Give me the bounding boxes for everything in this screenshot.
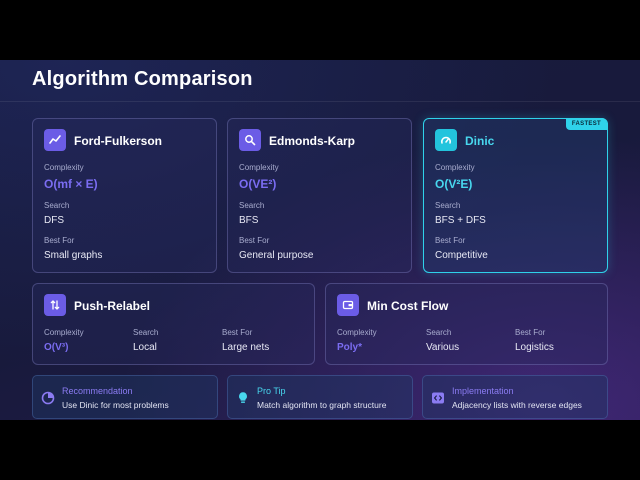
best-for-value: Competitive	[435, 250, 488, 261]
tip-title: Implementation	[452, 386, 514, 396]
best-for-label: Best For	[239, 236, 270, 245]
tip-title: Recommendation	[62, 386, 133, 396]
comparison-slide: Algorithm Comparison Ford-Fulkerson Comp…	[0, 60, 640, 420]
complexity-label: Complexity	[239, 163, 279, 172]
search-label: Search	[239, 201, 265, 210]
search-label: Search	[133, 328, 159, 337]
best-for-label: Best For	[435, 236, 466, 245]
speedometer-icon	[435, 129, 457, 151]
complexity-label: Complexity	[44, 328, 84, 337]
best-for-label: Best For	[222, 328, 253, 337]
card-title: Dinic	[465, 134, 495, 148]
wallet-icon	[337, 294, 359, 316]
tip-title: Pro Tip	[257, 386, 286, 396]
pie-chart-icon	[41, 391, 55, 405]
best-for-value: Small graphs	[44, 250, 103, 261]
tip-implementation: Implementation Adjacency lists with reve…	[422, 375, 608, 419]
complexity-value: O(VE²)	[239, 177, 277, 191]
best-for-value: General purpose	[239, 250, 314, 261]
card-title: Push-Relabel	[74, 299, 151, 313]
search-value: DFS	[44, 215, 64, 226]
best-for-label: Best For	[44, 236, 75, 245]
best-for-value: Large nets	[222, 342, 270, 353]
card-title: Ford-Fulkerson	[74, 134, 163, 148]
search-icon	[239, 129, 261, 151]
tip-text: Match algorithm to graph structure	[257, 400, 387, 410]
search-value: BFS	[239, 215, 259, 226]
tip-text: Adjacency lists with reverse edges	[452, 400, 582, 410]
search-label: Search	[426, 328, 452, 337]
complexity-value: O(V²E)	[435, 177, 473, 191]
complexity-value: O(mf × E)	[44, 177, 98, 191]
tip-text: Use Dinic for most problems	[62, 400, 169, 410]
page-title: Algorithm Comparison	[32, 68, 253, 90]
search-label: Search	[435, 201, 461, 210]
search-value: Local	[133, 342, 157, 353]
complexity-value: O(V³)	[44, 342, 69, 353]
algorithm-card-push-relabel[interactable]: Push-Relabel Complexity O(V³) Search Loc…	[32, 283, 315, 365]
search-value: BFS + DFS	[435, 215, 486, 226]
algorithm-card-dinic[interactable]: FASTEST Dinic Complexity O(V²E) Search B…	[423, 118, 608, 273]
lightbulb-icon	[239, 392, 247, 403]
search-label: Search	[44, 201, 70, 210]
tip-pro-tip: Pro Tip Match algorithm to graph structu…	[227, 375, 413, 419]
search-value: Various	[426, 342, 460, 353]
complexity-value: Poly*	[337, 342, 363, 353]
trend-line-icon	[44, 129, 66, 151]
card-title: Min Cost Flow	[367, 299, 449, 313]
tip-recommendation: Recommendation Use Dinic for most proble…	[32, 375, 218, 419]
complexity-label: Complexity	[44, 163, 84, 172]
best-for-value: Logistics	[515, 342, 554, 353]
code-icon	[432, 392, 444, 404]
complexity-label: Complexity	[435, 163, 475, 172]
fastest-badge: FASTEST	[565, 118, 607, 130]
up-down-arrows-icon	[44, 294, 66, 316]
title-divider	[0, 101, 640, 102]
card-title: Edmonds-Karp	[269, 134, 356, 148]
complexity-label: Complexity	[337, 328, 377, 337]
algorithm-card-ford-fulkerson[interactable]: Ford-Fulkerson Complexity O(mf × E) Sear…	[32, 118, 217, 273]
algorithm-card-edmonds-karp[interactable]: Edmonds-Karp Complexity O(VE²) Search BF…	[227, 118, 412, 273]
best-for-label: Best For	[515, 328, 546, 337]
algorithm-card-min-cost-flow[interactable]: Min Cost Flow Complexity Poly* Search Va…	[325, 283, 608, 365]
